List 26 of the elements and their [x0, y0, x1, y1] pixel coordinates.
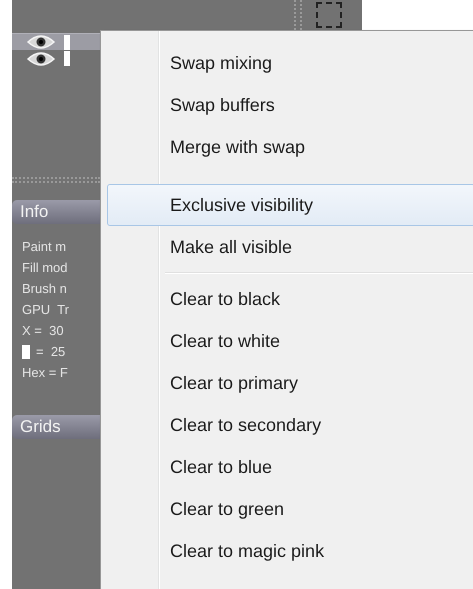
- frame-icon: [316, 2, 342, 28]
- info-text: GPU Tr: [22, 301, 69, 319]
- menu-item[interactable]: Clear to green: [107, 488, 473, 530]
- eye-icon[interactable]: [26, 50, 56, 66]
- menu-item[interactable]: Exclusive visibility: [107, 184, 473, 226]
- color-swatch: [22, 344, 30, 358]
- info-text: Paint m: [22, 238, 66, 256]
- eye-icon[interactable]: [26, 34, 56, 50]
- menu-item[interactable]: Clear to white: [107, 320, 473, 362]
- info-text: Fill mod: [22, 259, 68, 277]
- menu-item[interactable]: Clear to primary: [107, 362, 473, 404]
- info-text: Hex = F: [22, 364, 68, 382]
- layer-thumbnail: [64, 51, 70, 66]
- menu-item[interactable]: Clear to blue: [107, 446, 473, 488]
- menu-item[interactable]: Make all visible: [107, 226, 473, 268]
- menu-item[interactable]: Swap mixing: [107, 42, 473, 84]
- info-text: X = 30: [22, 322, 64, 340]
- menu-item[interactable]: Merge with swap: [107, 126, 473, 168]
- menu-item[interactable]: Clear to black: [107, 278, 473, 320]
- menu-item[interactable]: Clear to magic pink: [107, 530, 473, 572]
- info-text: Brush n: [22, 280, 67, 298]
- menu-item[interactable]: Clear to secondary: [107, 404, 473, 446]
- layer-row[interactable]: [12, 33, 100, 50]
- layer-thumbnail: [64, 34, 70, 50]
- info-text: = 25: [36, 343, 66, 361]
- menu-item[interactable]: Swap buffers: [107, 84, 473, 126]
